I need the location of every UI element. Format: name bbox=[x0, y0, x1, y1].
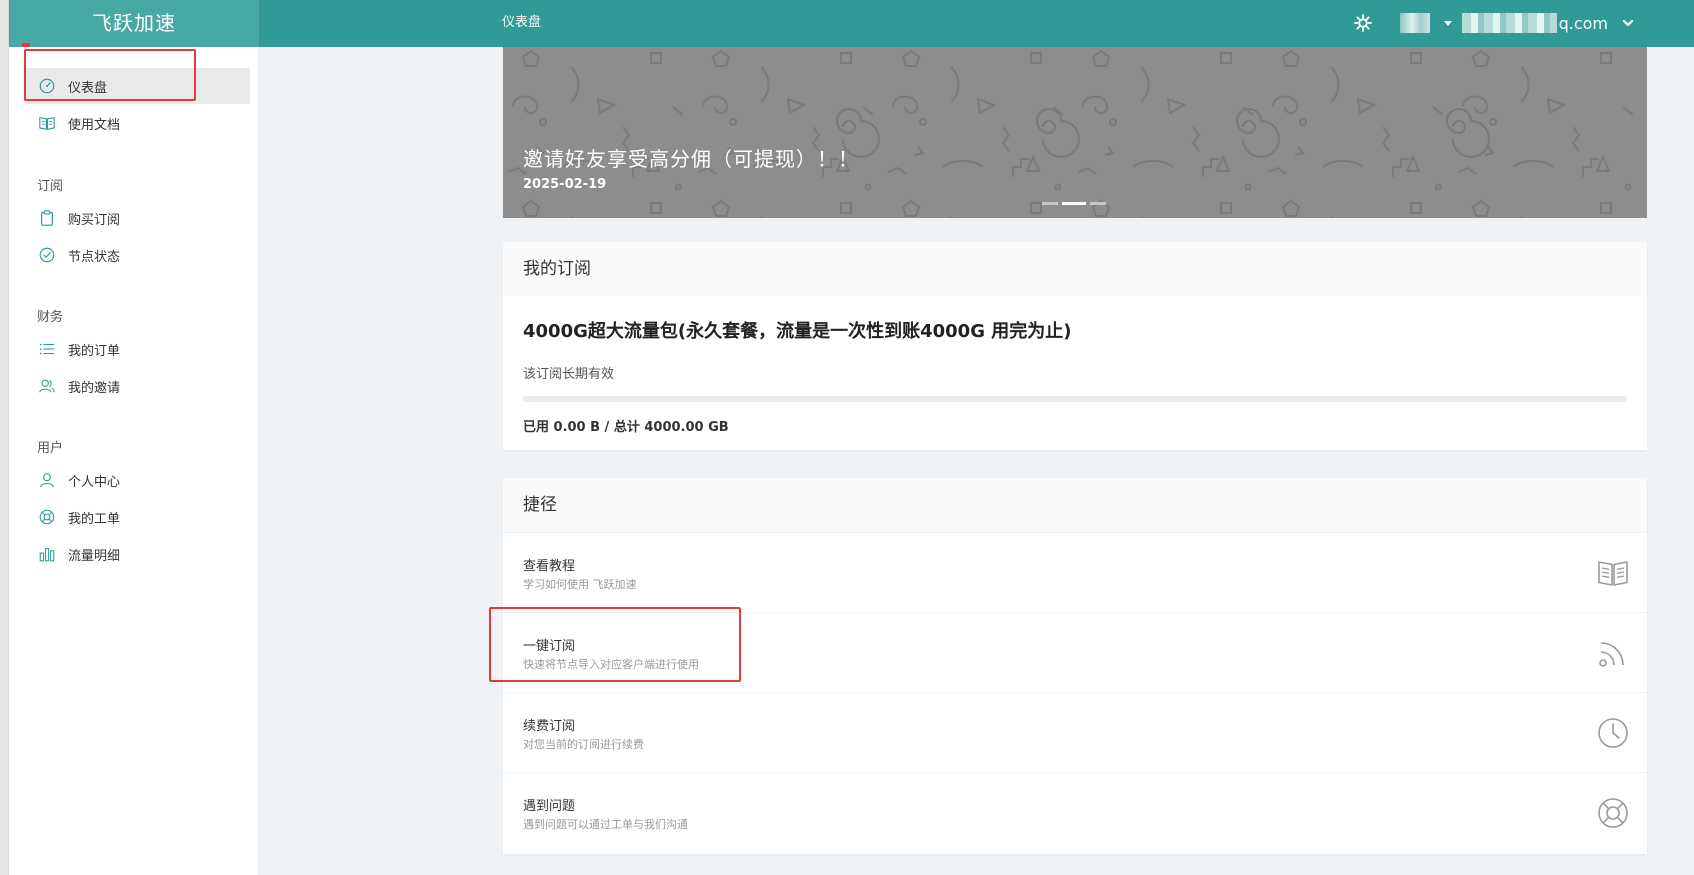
sidebar-item-buy-subscription[interactable]: 购买订阅 bbox=[24, 200, 250, 236]
sidebar-item-label: 我的工单 bbox=[68, 511, 121, 527]
carousel-dot[interactable] bbox=[1090, 202, 1106, 205]
shortcut-title: 查看教程 bbox=[523, 559, 576, 574]
rss-icon bbox=[1599, 642, 1624, 667]
banner-title: 邀请好友享受高分佣（可提现）！！ bbox=[523, 147, 859, 171]
book-icon bbox=[39, 117, 55, 130]
plan-validity: 该订阅长期有效 bbox=[523, 367, 615, 382]
sidebar-item-label: 节点状态 bbox=[68, 249, 121, 265]
shortcut-renew[interactable]: 续费订阅 对您当前的订阅进行续费 bbox=[503, 692, 1647, 772]
sidebar-item-dashboard[interactable]: 仪表盘 bbox=[24, 68, 250, 104]
sidebar-item-node-status[interactable]: 节点状态 bbox=[24, 237, 250, 273]
shortcut-desc: 遇到问题可以通过工单与我们沟通 bbox=[523, 818, 688, 831]
section-title-user: 用户 bbox=[37, 441, 64, 456]
subscription-heading: 我的订阅 bbox=[503, 242, 1647, 296]
user-icon bbox=[40, 473, 54, 488]
shortcut-title: 遇到问题 bbox=[523, 799, 576, 814]
shortcut-desc: 对您当前的订阅进行续费 bbox=[523, 738, 644, 751]
book-icon bbox=[1598, 561, 1628, 586]
sidebar-item-orders[interactable]: 我的订单 bbox=[24, 331, 250, 367]
theme-toggle-icon[interactable] bbox=[1353, 14, 1372, 32]
email-redacted bbox=[1461, 13, 1557, 33]
sidebar-item-label: 个人中心 bbox=[68, 474, 121, 490]
banner-date: 2025-02-19 bbox=[523, 177, 607, 192]
sidebar-item-label: 仪表盘 bbox=[68, 80, 108, 96]
brand-logo[interactable]: 飞跃加速 bbox=[9, 0, 259, 47]
user-email[interactable]: q.com bbox=[1559, 14, 1608, 33]
shortcut-desc: 学习如何使用 飞跃加速 bbox=[523, 578, 637, 591]
dashboard-icon bbox=[39, 78, 55, 94]
bar-chart-icon bbox=[39, 548, 55, 562]
sidebar-item-traffic-detail[interactable]: 流量明细 bbox=[24, 536, 250, 572]
sidebar-item-tickets[interactable]: 我的工单 bbox=[24, 499, 250, 535]
users-icon bbox=[39, 379, 55, 393]
shortcut-title: 续费订阅 bbox=[523, 719, 576, 734]
announcement-banner[interactable]: 邀请好友享受高分佣（可提现）！！ 2025-02-19 bbox=[503, 47, 1647, 218]
section-title-finance: 财务 bbox=[37, 310, 64, 325]
sidebar-item-label: 流量明细 bbox=[68, 548, 121, 564]
traffic-usage: 已用 0.00 B / 总计 4000.00 GB bbox=[523, 420, 729, 435]
avatar[interactable] bbox=[1399, 13, 1430, 33]
sidebar-item-label: 我的邀请 bbox=[68, 380, 121, 396]
lifebuoy-icon bbox=[39, 509, 55, 525]
clock-icon bbox=[1598, 718, 1628, 748]
user-area: q.com bbox=[1353, 12, 1634, 34]
sidebar: 仪表盘 使用文档 订阅 购买订阅 节点状态 财务 我的订单 我的邀请 用户 个人… bbox=[9, 47, 259, 875]
subscription-card: 我的订阅 4000G超大流量包(永久套餐，流量是一次性到账4000G 用完为止)… bbox=[503, 242, 1647, 450]
carousel-dot-active[interactable] bbox=[1062, 202, 1086, 205]
section-title-subscription: 订阅 bbox=[37, 179, 64, 194]
sidebar-item-label: 购买订阅 bbox=[68, 212, 121, 228]
top-header: 飞跃加速 仪表盘 q.com bbox=[9, 0, 1694, 47]
shortcuts-heading: 捷径 bbox=[503, 478, 1647, 532]
sidebar-item-label: 使用文档 bbox=[68, 117, 121, 133]
sidebar-item-label: 我的订单 bbox=[68, 343, 121, 359]
shortcut-desc: 快速将节点导入对应客户端进行使用 bbox=[523, 658, 699, 671]
shortcut-tutorial[interactable]: 查看教程 学习如何使用 飞跃加速 bbox=[503, 532, 1647, 612]
banner-pattern bbox=[503, 47, 1647, 218]
clipboard-icon bbox=[41, 210, 53, 226]
lifebuoy-icon bbox=[1598, 798, 1628, 828]
sidebar-item-profile[interactable]: 个人中心 bbox=[24, 462, 250, 498]
carousel-indicators bbox=[1042, 202, 1110, 205]
shortcut-help[interactable]: 遇到问题 遇到问题可以通过工单与我们沟通 bbox=[503, 772, 1647, 852]
carousel-dot[interactable] bbox=[1042, 202, 1058, 205]
sidebar-item-docs[interactable]: 使用文档 bbox=[24, 105, 250, 141]
traffic-progress-bar bbox=[523, 396, 1627, 402]
list-icon bbox=[39, 343, 55, 355]
window-edge bbox=[0, 0, 9, 875]
sidebar-item-invites[interactable]: 我的邀请 bbox=[24, 368, 250, 404]
plan-name: 4000G超大流量包(永久套餐，流量是一次性到账4000G 用完为止) bbox=[523, 321, 1072, 342]
shortcuts-card: 捷径 查看教程 学习如何使用 飞跃加速 一键订阅 快速将节点导入对应客户端进行使… bbox=[503, 478, 1647, 854]
page-title: 仪表盘 bbox=[502, 15, 542, 30]
shortcut-title: 一键订阅 bbox=[523, 639, 576, 654]
caret-down-icon bbox=[1443, 20, 1452, 26]
check-circle-icon bbox=[39, 247, 55, 263]
chevron-down-icon[interactable] bbox=[1622, 17, 1634, 29]
shortcut-one-click-subscribe[interactable]: 一键订阅 快速将节点导入对应客户端进行使用 bbox=[503, 612, 1647, 692]
